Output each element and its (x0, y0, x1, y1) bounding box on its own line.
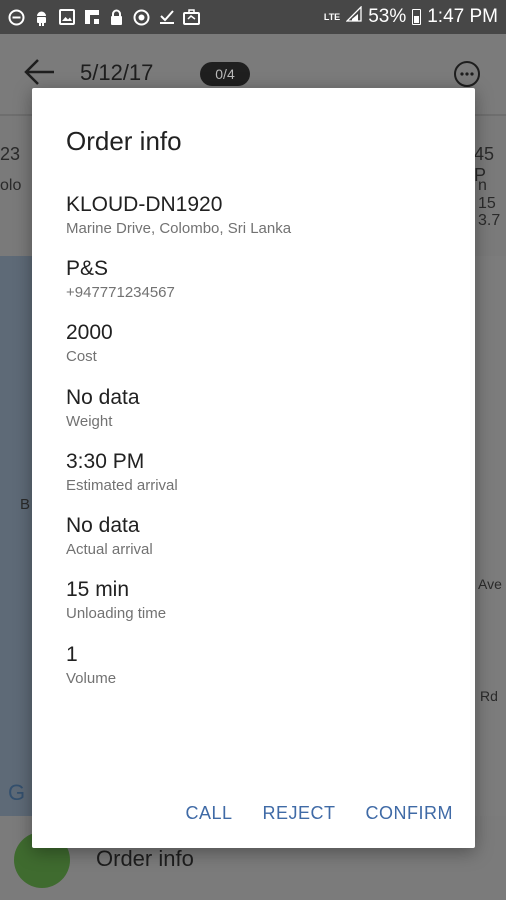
bottom-sheet-title: Order info (96, 846, 194, 871)
card-left-text-1: 23 (0, 144, 21, 164)
item-label: +947771234567 (66, 284, 175, 301)
back-arrow-icon[interactable] (24, 58, 56, 91)
item-value: KLOUD-DN1920 (66, 193, 223, 216)
call-button[interactable]: CALL (185, 803, 232, 824)
order-id-item: KLOUD-DN1920 Marine Drive, Colombo, Sri … (66, 192, 291, 240)
reject-button[interactable]: REJECT (262, 803, 335, 824)
item-label: Cost (66, 348, 97, 365)
item-label: Actual arrival (66, 541, 153, 558)
dialog-title: Order info (66, 126, 182, 156)
map-label-b: B (20, 496, 31, 513)
weight-item: No data Weight (66, 385, 140, 433)
minus-circle-icon (8, 9, 25, 26)
order-info-dialog: Order info KLOUD-DN1920 Marine Drive, Co… (32, 88, 475, 848)
card-right-text-2: n 15 (478, 177, 496, 212)
target-icon (133, 9, 150, 26)
item-value: No data (66, 514, 140, 537)
customer-item: P&S +947771234567 (66, 256, 175, 304)
cost-item: 2000 Cost (66, 320, 113, 368)
battery-icon (412, 9, 422, 25)
map-edge (474, 256, 506, 816)
google-logo: G (8, 780, 26, 805)
item-label: Estimated arrival (66, 477, 178, 494)
briefcase-icon (183, 9, 200, 26)
progress-badge: 0/4 (200, 62, 250, 86)
item-value: 2000 (66, 321, 113, 344)
check-icon (158, 9, 175, 26)
map-label-ave: Ave (478, 576, 502, 592)
item-label: Unloading time (66, 605, 167, 622)
confirm-button[interactable]: CONFIRM (366, 803, 454, 824)
actual-arrival-item: No data Actual arrival (66, 513, 153, 561)
image-icon (58, 9, 75, 26)
signal-icon (345, 5, 362, 28)
clock: 1:47 PM (427, 6, 498, 27)
item-label: Weight (66, 413, 113, 430)
item-value: P&S (66, 257, 109, 280)
item-value: No data (66, 386, 140, 409)
item-label: Volume (66, 670, 117, 687)
item-value: 3:30 PM (66, 450, 145, 473)
lock-icon (108, 9, 125, 26)
status-bar: LTE 53% 1:47 PM (0, 0, 506, 34)
unloading-time-item: 15 min Unloading time (66, 577, 166, 625)
item-value: 1 (66, 643, 78, 666)
dialog-actions: CALL REJECT CONFIRM (185, 803, 453, 824)
volume-item: 1 Volume (66, 642, 116, 690)
battery-percent: 53% (368, 6, 407, 27)
estimated-arrival-item: 3:30 PM Estimated arrival (66, 449, 178, 497)
app-date: 5/12/17 (80, 60, 154, 85)
android-icon (33, 9, 50, 26)
item-value: 15 min (66, 578, 130, 601)
card-left-text-2: olo (0, 177, 22, 194)
item-label: Marine Drive, Colombo, Sri Lanka (66, 220, 292, 237)
card-right-text-3: 3.7 (478, 212, 501, 229)
map-label-rd: Rd (480, 688, 498, 704)
network-type: LTE (323, 11, 341, 22)
flipboard-icon (83, 9, 100, 26)
